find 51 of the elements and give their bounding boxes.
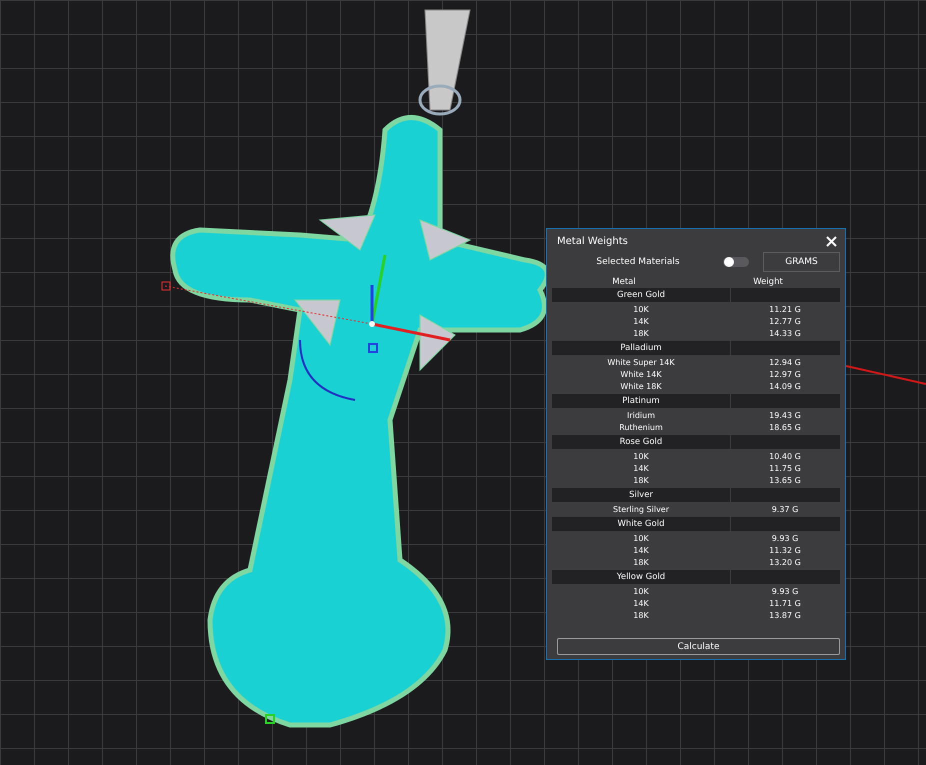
metal-cell-text: 14K <box>632 316 650 328</box>
column-header: Metal <box>612 277 636 288</box>
weight-cell-text: 9.37 G <box>770 504 800 516</box>
metal-cell-text: 14K <box>632 598 650 610</box>
weight-cell-text: 13.65 G <box>768 475 802 487</box>
group-header-cell: Yellow Gold <box>552 570 730 584</box>
weight-cell-text: 12.94 G <box>768 357 802 369</box>
close-icon[interactable] <box>826 236 837 247</box>
selected-materials-toggle[interactable] <box>723 257 749 267</box>
calculate-button[interactable]: Calculate <box>557 638 840 655</box>
metal-cell-text: 18K <box>632 610 650 622</box>
metal-cell-text: 10K <box>632 586 650 598</box>
weight-cell-text: 14.33 G <box>768 328 802 340</box>
metal-cell-text: 14K <box>632 463 650 475</box>
weight-cell-text: 11.32 G <box>768 545 802 557</box>
metal-cell-text: Ruthenium <box>618 422 664 434</box>
weight-cell-text: 13.87 G <box>768 610 802 622</box>
group-header-cell: Silver <box>552 488 730 502</box>
metal-cell-text: White 14K <box>619 369 663 381</box>
selected-materials-label: Selected Materials <box>596 257 680 267</box>
weight-cell-text: 18.65 G <box>768 422 802 434</box>
weight-cell-text: 11.21 G <box>768 304 802 316</box>
weight-cell-text: 9.93 G <box>770 533 800 545</box>
metal-cell-text: 18K <box>632 557 650 569</box>
weight-cell-text: 9.93 G <box>770 586 800 598</box>
metal-cell-text: 14K <box>632 545 650 557</box>
weight-cell-text: 11.71 G <box>768 598 802 610</box>
metal-cell-text: 10K <box>632 533 650 545</box>
column-header: Weight <box>753 277 783 288</box>
group-header-cell: Green Gold <box>552 288 730 302</box>
metal-cell-text: 18K <box>632 328 650 340</box>
metal-cell-text: White Super 14K <box>606 357 676 369</box>
weight-cell-text: 19.43 G <box>768 410 802 422</box>
metal-cell-text: 18K <box>632 475 650 487</box>
group-header-cell: Palladium <box>552 341 730 355</box>
weight-cell-text: 12.77 G <box>768 316 802 328</box>
metal-cell-text: 10K <box>632 451 650 463</box>
metal-cell-text: Iridium <box>626 410 656 422</box>
weight-cell-text: 13.20 G <box>768 557 802 569</box>
weight-cell-text: 10.40 G <box>768 451 802 463</box>
weight-cell-text: 11.75 G <box>768 463 802 475</box>
group-header-cell: Rose Gold <box>552 435 730 449</box>
group-header-cell: White Gold <box>552 517 730 531</box>
panel-title: Metal Weights <box>557 236 628 247</box>
weight-cell-text: 14.09 G <box>768 381 802 393</box>
metal-cell-text: 10K <box>632 304 650 316</box>
metal-cell-text: White 18K <box>619 381 663 393</box>
units-button[interactable]: GRAMS <box>763 252 840 272</box>
weight-cell-text: 12.97 G <box>768 369 802 381</box>
group-header-cell: Platinum <box>552 394 730 408</box>
metal-cell-text: Sterling Silver <box>612 504 670 516</box>
